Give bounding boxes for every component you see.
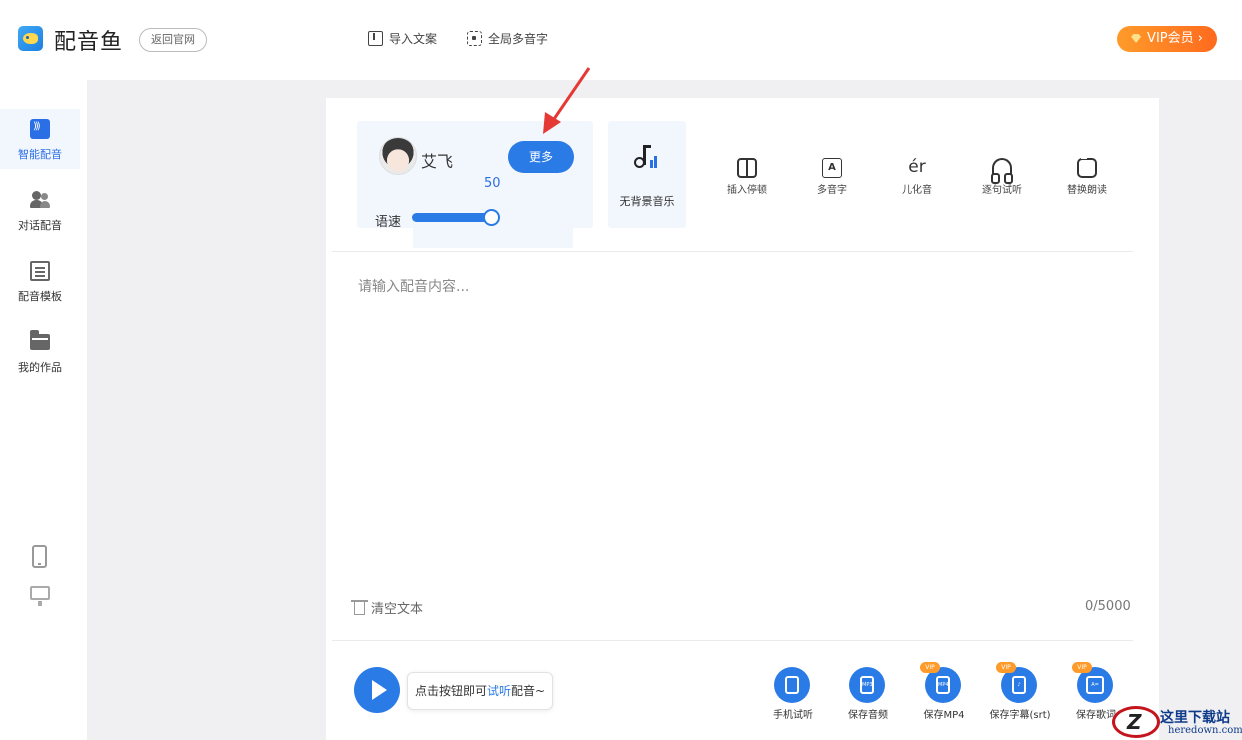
- save-option-label: 保存字幕(srt): [989, 710, 1051, 721]
- app-header: 配音鱼 返回官网 导入文案 全局多音字 VIP会员 ›: [0, 0, 1242, 80]
- music-note-icon: [632, 143, 662, 173]
- play-preview-button[interactable]: [354, 667, 400, 713]
- tool-label: 插入停顿: [727, 185, 767, 196]
- save-audio-button[interactable]: MP3 保存音频: [838, 665, 898, 723]
- trash-icon: [351, 600, 368, 615]
- save-option-label: 保存MP4: [923, 710, 965, 721]
- speed-slider-fill: [412, 213, 492, 222]
- tool-label: 替换朗读: [1067, 185, 1107, 196]
- import-script-button[interactable]: 导入文案: [368, 30, 437, 47]
- hint-highlight: 试听: [487, 684, 512, 698]
- swap-icon: [1077, 155, 1097, 178]
- pause-icon: [737, 158, 757, 178]
- speed-slider[interactable]: [412, 209, 501, 226]
- tool-label: 多音字: [817, 185, 847, 196]
- save-option-label: 手机试听: [773, 710, 813, 721]
- global-polyphone-label: 全局多音字: [488, 32, 549, 46]
- divider: [332, 640, 1133, 641]
- vip-badge: VIP: [1072, 662, 1092, 673]
- sidebar-item-templates[interactable]: 配音模板: [0, 251, 80, 311]
- vip-badge: VIP: [920, 662, 940, 673]
- document-icon: [30, 261, 50, 281]
- voice-card-extension: [413, 228, 573, 248]
- voice-avatar[interactable]: [379, 137, 417, 175]
- global-polyphone-button[interactable]: 全局多音字: [467, 30, 548, 47]
- sidebar-item-label: 配音模板: [18, 290, 62, 303]
- hint-prefix: 点击按钮即可: [415, 684, 488, 698]
- character-counter: 0/5000: [1085, 599, 1131, 614]
- desktop-device-icon[interactable]: [30, 586, 50, 606]
- script-input[interactable]: 请输入配音内容...: [358, 276, 469, 296]
- save-subtitle-button[interactable]: ♪ VIP 保存字幕(srt): [989, 662, 1051, 723]
- sidebar-item-label: 对话配音: [18, 219, 62, 232]
- divider: [332, 251, 1133, 252]
- sidebar-item-my-works[interactable]: 我的作品: [0, 322, 80, 382]
- phone-icon: [774, 667, 810, 703]
- hint-suffix: 配音~: [511, 684, 546, 698]
- replace-reading-button[interactable]: 替换朗读: [1057, 155, 1117, 198]
- watermark-domain: heredown.com: [1168, 725, 1242, 736]
- back-to-site-button[interactable]: 返回官网: [139, 28, 207, 52]
- voice-name: 艾飞: [421, 152, 454, 171]
- mobile-device-icon[interactable]: [32, 545, 47, 568]
- clear-text-label: 清空文本: [371, 602, 424, 617]
- tool-label: 儿化音: [902, 185, 932, 196]
- watermark-text: 这里下载站: [1160, 710, 1230, 726]
- people-icon: [30, 190, 50, 210]
- mobile-preview-button[interactable]: 手机试听: [763, 665, 823, 723]
- background-music-button[interactable]: 无背景音乐: [608, 121, 686, 228]
- folder-icon: [30, 330, 50, 350]
- voice-icon: [30, 119, 50, 139]
- vip-member-button[interactable]: VIP会员 ›: [1117, 26, 1217, 52]
- vip-member-label: VIP会员 ›: [1147, 31, 1203, 46]
- erhua-button[interactable]: ér 儿化音: [887, 158, 947, 198]
- scan-icon: [467, 31, 482, 46]
- save-option-label: 保存音频: [848, 710, 888, 721]
- site-watermark: 这里下载站 heredown.com: [1108, 703, 1242, 740]
- speed-slider-handle[interactable]: [483, 209, 501, 226]
- tool-label: 逐句试听: [982, 185, 1022, 196]
- polyphone-icon: A: [822, 158, 842, 178]
- mp3-file-icon: MP3: [849, 667, 885, 703]
- sidebar: 智能配音 对话配音 配音模板 我的作品: [0, 80, 87, 740]
- clear-text-button[interactable]: 清空文本: [351, 598, 424, 617]
- play-hint-tooltip: 点击按钮即可试听配音~: [407, 672, 553, 710]
- sidebar-item-label: 智能配音: [18, 148, 62, 161]
- more-voices-button[interactable]: 更多: [508, 141, 574, 173]
- save-mp4-button[interactable]: MP4 VIP 保存MP4: [914, 662, 974, 723]
- sidebar-item-smart-dubbing[interactable]: 智能配音: [0, 109, 80, 169]
- insert-pause-button[interactable]: 插入停顿: [717, 158, 777, 198]
- import-script-label: 导入文案: [389, 32, 438, 46]
- app-name: 配音鱼: [54, 30, 124, 55]
- sidebar-item-dialogue-dubbing[interactable]: 对话配音: [0, 180, 80, 240]
- er-icon: ér: [908, 157, 926, 177]
- diamond-icon: [1131, 34, 1142, 43]
- speed-value: 50: [484, 176, 501, 191]
- background-music-label: 无背景音乐: [619, 195, 675, 208]
- sentence-preview-button[interactable]: 逐句试听: [972, 158, 1032, 198]
- app-logo-icon: [18, 26, 43, 51]
- headphone-icon: [991, 158, 1013, 184]
- polyphone-button[interactable]: A 多音字: [802, 158, 862, 198]
- import-icon: [368, 31, 383, 46]
- sidebar-item-label: 我的作品: [18, 361, 62, 374]
- speed-label: 语速: [375, 215, 402, 230]
- vip-badge: VIP: [996, 662, 1016, 673]
- watermark-logo-icon: [1112, 706, 1160, 738]
